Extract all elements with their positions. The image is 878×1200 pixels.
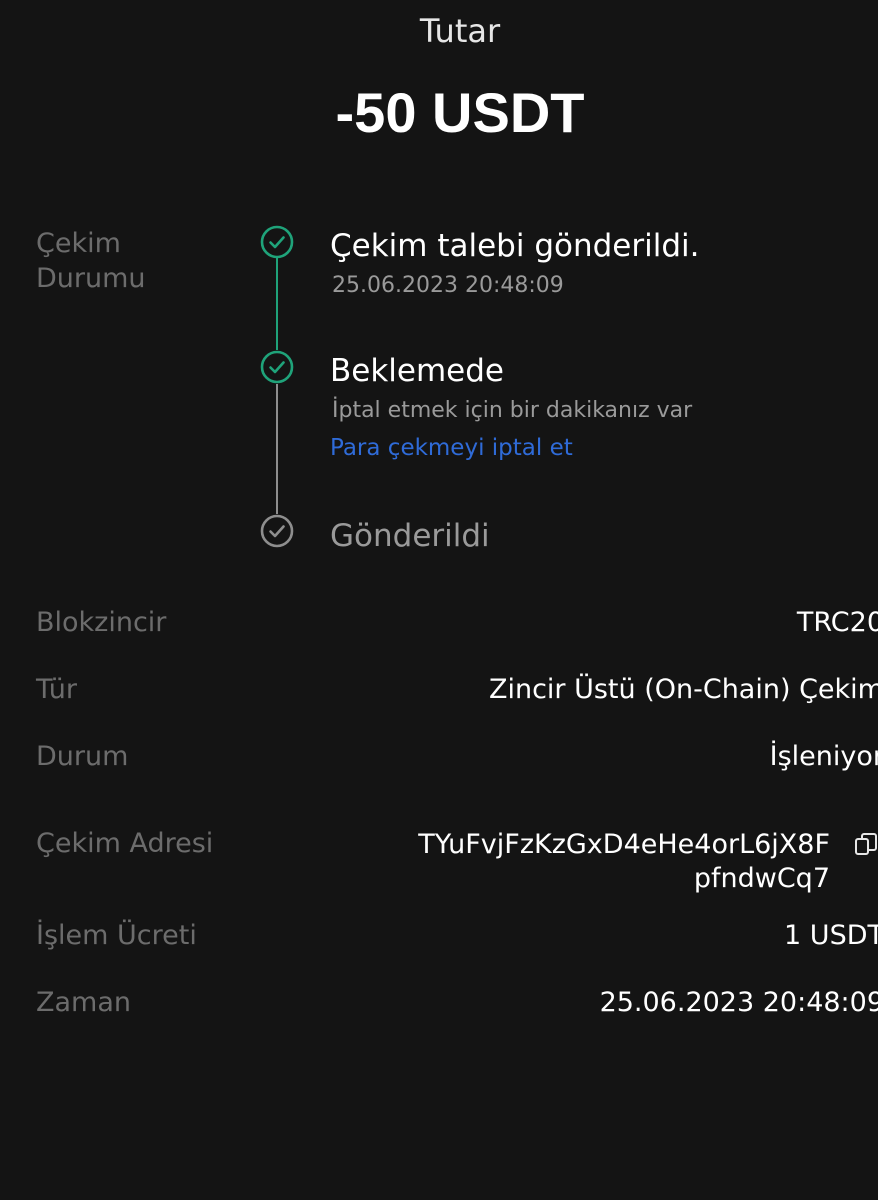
status-label: Durum — [36, 741, 129, 772]
step-request-sent-title: Çekim talebi gönderildi. — [330, 228, 700, 264]
timeline-connector-completed — [276, 258, 278, 350]
withdrawal-address-value: TYuFvjFzKzGxD4eHe4orL6jX8F pfndwCq7 — [418, 828, 830, 896]
withdrawal-address-line1: TYuFvjFzKzGxD4eHe4orL6jX8F — [418, 829, 830, 860]
withdrawal-detail-screen: Tutar -50 USDT Çekim Durumu Çekim talebi… — [0, 0, 878, 1200]
fee-value: 1 USDT — [784, 920, 878, 951]
step-request-sent-time: 25.06.2023 20:48:09 — [332, 273, 564, 298]
check-circle-icon — [260, 225, 294, 259]
copy-icon[interactable] — [854, 832, 878, 858]
withdrawal-status-label: Çekim Durumu — [36, 226, 216, 296]
blockchain-label: Blokzincir — [36, 607, 167, 638]
fee-label: İşlem Ücreti — [36, 920, 197, 951]
withdrawal-status-label-line1: Çekim — [36, 228, 121, 259]
amount-label: Tutar — [419, 12, 501, 50]
type-label: Tür — [36, 674, 78, 705]
time-value: 25.06.2023 20:48:09 — [599, 987, 878, 1018]
withdrawal-status-label-line2: Durumu — [36, 263, 146, 294]
withdrawal-address-line2: pfndwCq7 — [693, 863, 830, 894]
amount-value: -50 USDT — [335, 81, 585, 144]
check-circle-icon — [260, 350, 294, 384]
check-circle-icon — [260, 514, 294, 548]
blockchain-value: TRC20 — [796, 607, 878, 638]
step-pending-title: Beklemede — [330, 353, 504, 389]
timeline-connector-pending — [276, 384, 278, 514]
time-label: Zaman — [36, 987, 132, 1018]
step-pending-subtitle: İptal etmek için bir dakikanız var — [332, 398, 693, 423]
cancel-withdrawal-link[interactable]: Para çekmeyi iptal et — [330, 435, 573, 461]
type-value: Zincir Üstü (On-Chain) Çekim — [488, 674, 878, 705]
step-sent-title: Gönderildi — [330, 518, 490, 554]
status-value: İşleniyor — [769, 741, 878, 772]
withdrawal-address-label: Çekim Adresi — [36, 828, 214, 859]
